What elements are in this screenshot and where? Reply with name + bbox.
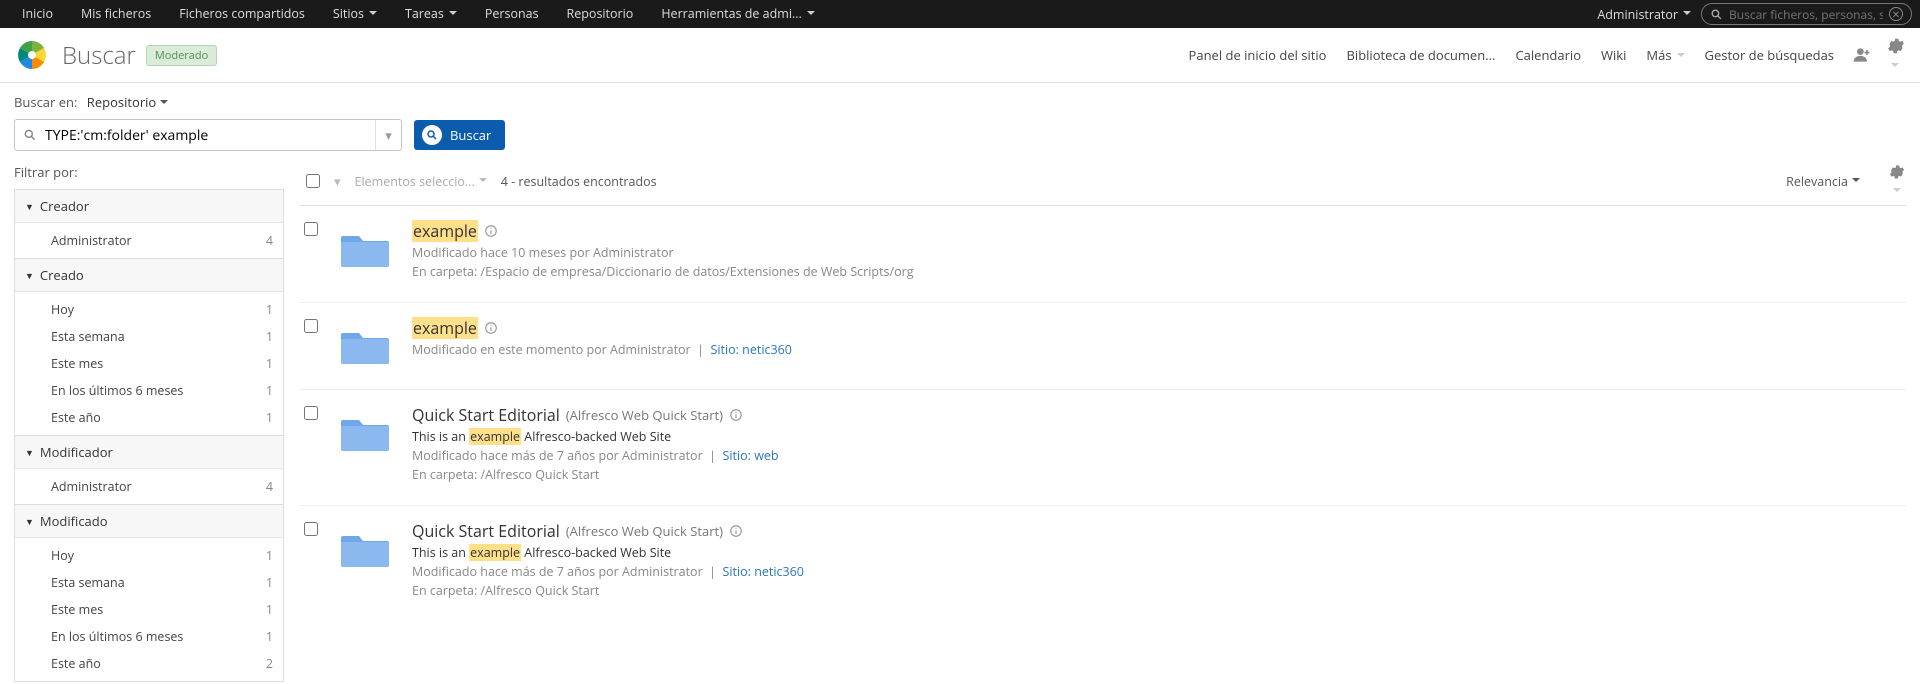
result-row: Quick Start Editorial (Alfresco Web Quic…	[300, 506, 1906, 621]
sitenav-item[interactable]: Más	[1646, 46, 1684, 64]
visibility-badge: Moderado	[146, 45, 217, 66]
global-nav: InicioMis ficherosFicheros compartidosSi…	[8, 0, 829, 28]
sitenav-item[interactable]: Gestor de búsquedas	[1705, 46, 1834, 64]
search-button[interactable]: Buscar	[414, 120, 505, 150]
select-all-checkbox[interactable]	[306, 174, 320, 188]
result-snippet: This is an example Alfresco-backed Web S…	[412, 544, 1902, 561]
facet-item[interactable]: En los últimos 6 meses1	[15, 623, 283, 650]
info-icon[interactable]	[729, 408, 743, 422]
topnav-item[interactable]: Mis ficheros	[67, 0, 165, 28]
results-panel: ▾ Elementos seleccio... 4 - resultados e…	[300, 157, 1906, 621]
facet-item[interactable]: Este mes1	[15, 596, 283, 623]
search-icon	[1710, 8, 1723, 21]
facet-group: ▼Modificador Administrator4	[14, 436, 284, 505]
scope-label: Buscar en:	[14, 93, 77, 111]
sitenav-item[interactable]: Biblioteca de documen...	[1347, 46, 1496, 64]
scope-select[interactable]: Repositorio	[87, 93, 168, 111]
search-button-label: Buscar	[450, 126, 491, 144]
selected-items-menu[interactable]: Elementos seleccio...	[355, 173, 487, 190]
facet-header[interactable]: ▼Modificador	[15, 436, 283, 469]
result-title[interactable]: Quick Start Editorial (Alfresco Web Quic…	[412, 520, 1902, 542]
folder-icon[interactable]	[336, 520, 394, 599]
site-nav: Panel de inicio del sitio Biblioteca de d…	[1189, 46, 1834, 64]
result-path: En carpeta: /Espacio de empresa/Dicciona…	[412, 263, 1902, 280]
info-icon[interactable]	[729, 524, 743, 538]
sitenav-item[interactable]: Calendario	[1515, 46, 1581, 64]
folder-icon[interactable]	[336, 317, 394, 367]
result-checkbox[interactable]	[304, 222, 318, 236]
sitenav-item[interactable]: Wiki	[1601, 46, 1626, 64]
facet-item[interactable]: Esta semana1	[15, 323, 283, 350]
result-settings-gear-icon[interactable]	[1888, 163, 1906, 199]
topnav-item[interactable]: Tareas	[391, 0, 471, 28]
facet-header[interactable]: ▼Modificado	[15, 505, 283, 538]
site-settings-gear-icon[interactable]	[1886, 36, 1906, 74]
info-icon[interactable]	[484, 224, 498, 238]
result-modified: Modificado hace más de 7 años por Admini…	[412, 447, 1902, 464]
result-modified: Modificado hace 10 meses por Administrat…	[412, 244, 1902, 261]
facet-item[interactable]: Este año2	[15, 650, 283, 677]
result-modified: Modificado en este momento por Administr…	[412, 341, 1902, 358]
result-row: Quick Start Editorial (Alfresco Web Quic…	[300, 390, 1906, 506]
app-logo[interactable]	[14, 37, 50, 73]
result-row: example Modificado en este momento por A…	[300, 303, 1906, 390]
result-row: example Modificado hace 10 meses por Adm…	[300, 206, 1906, 303]
facet-item[interactable]: Administrator4	[15, 227, 283, 254]
clear-search-icon[interactable]: ✕	[1889, 7, 1903, 21]
result-snippet: This is an example Alfresco-backed Web S…	[412, 428, 1902, 445]
topnav-item[interactable]: Personas	[471, 0, 553, 28]
page-title: Buscar	[62, 39, 136, 72]
facet-group: ▼Modificado Hoy1Esta semana1Este mes1En l…	[14, 505, 284, 682]
facet-header[interactable]: ▼Creador	[15, 190, 283, 223]
facet-item[interactable]: Este mes1	[15, 350, 283, 377]
result-site-link[interactable]: Sitio: netic360	[711, 341, 792, 358]
topnav-item[interactable]: Repositorio	[553, 0, 648, 28]
result-site-link[interactable]: Sitio: netic360	[723, 563, 804, 580]
facet-item[interactable]: Hoy1	[15, 296, 283, 323]
result-title[interactable]: Quick Start Editorial (Alfresco Web Quic…	[412, 404, 1902, 426]
user-add-icon[interactable]	[1852, 45, 1872, 65]
folder-icon[interactable]	[336, 220, 394, 280]
result-count: 4 - resultados encontrados	[501, 173, 657, 190]
topnav-item[interactable]: Sitios	[319, 0, 391, 28]
search-icon	[15, 128, 45, 142]
result-checkbox[interactable]	[304, 406, 318, 420]
result-modified: Modificado hace más de 7 años por Admini…	[412, 563, 1902, 580]
folder-icon[interactable]	[336, 404, 394, 483]
info-icon[interactable]	[484, 321, 498, 335]
filter-sidebar: Filtrar por: ▼CreadorAdministrator4▼Crea…	[14, 157, 284, 682]
result-checkbox[interactable]	[304, 319, 318, 333]
user-menu[interactable]: Administrator	[1587, 6, 1701, 23]
facet-item[interactable]: Administrator4	[15, 473, 283, 500]
query-history-dropdown[interactable]: ▾	[375, 120, 401, 150]
page-header: Buscar Moderado Panel de inicio del siti…	[0, 28, 1920, 83]
sort-select[interactable]: Relevancia	[1786, 173, 1860, 190]
global-search[interactable]: ✕	[1701, 3, 1912, 25]
search-icon	[422, 125, 442, 145]
query-input[interactable]	[45, 126, 375, 145]
sitenav-item[interactable]: Panel de inicio del sitio	[1189, 46, 1327, 64]
result-checkbox[interactable]	[304, 522, 318, 536]
filter-title: Filtrar por:	[14, 163, 284, 181]
global-search-input[interactable]	[1729, 6, 1883, 23]
facet-item[interactable]: Este año1	[15, 404, 283, 431]
search-controls: Buscar en: Repositorio ▾ Buscar	[0, 83, 1920, 157]
topnav-item[interactable]: Herramientas de admi...	[647, 0, 829, 28]
facet-item[interactable]: En los últimos 6 meses1	[15, 377, 283, 404]
query-box[interactable]: ▾	[14, 119, 402, 151]
facet-item[interactable]: Hoy1	[15, 542, 283, 569]
result-title[interactable]: example	[412, 220, 1902, 242]
result-title[interactable]: example	[412, 317, 1902, 339]
facet-header[interactable]: ▼Creado	[15, 259, 283, 292]
facet-group: ▼Creador Administrator4	[14, 189, 284, 259]
result-site-link[interactable]: Sitio: web	[723, 447, 779, 464]
topnav-item[interactable]: Inicio	[8, 0, 67, 28]
topnav-item[interactable]: Ficheros compartidos	[165, 0, 319, 28]
global-topbar: InicioMis ficherosFicheros compartidosSi…	[0, 0, 1920, 28]
facet-group: ▼Creado Hoy1Esta semana1Este mes1En los ú…	[14, 259, 284, 436]
results-toolbar: ▾ Elementos seleccio... 4 - resultados e…	[300, 157, 1906, 206]
facet-item[interactable]: Esta semana1	[15, 569, 283, 596]
result-path: En carpeta: /Alfresco Quick Start	[412, 582, 1902, 599]
result-path: En carpeta: /Alfresco Quick Start	[412, 466, 1902, 483]
